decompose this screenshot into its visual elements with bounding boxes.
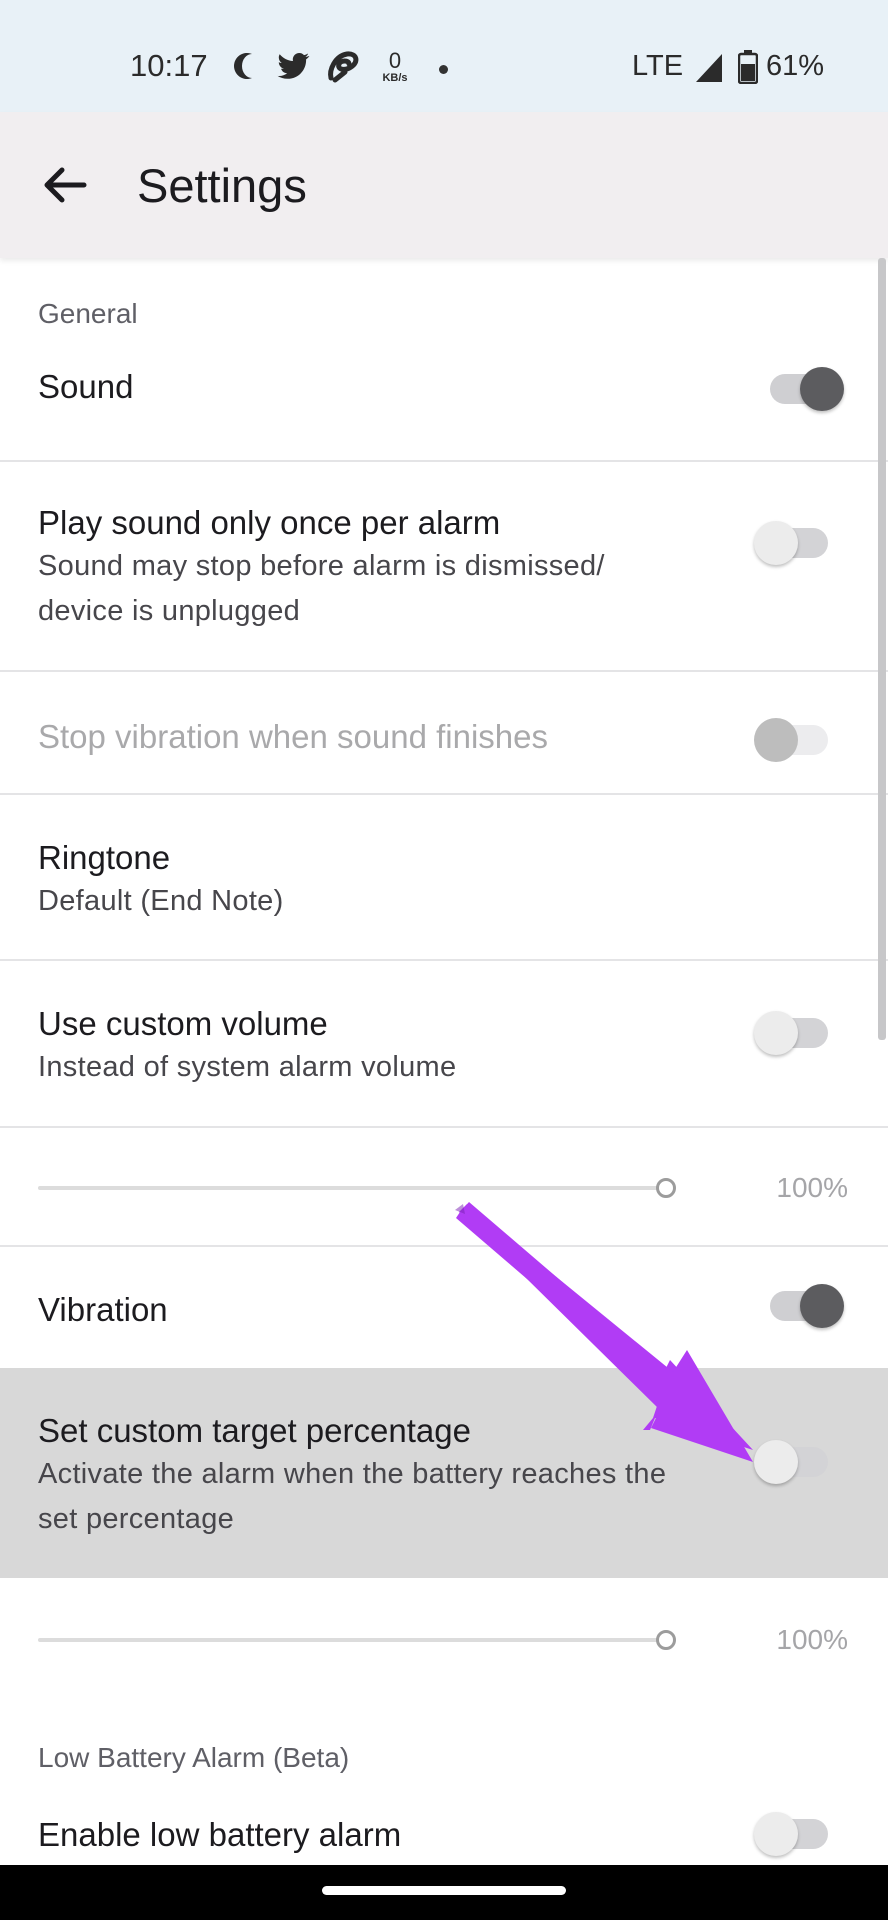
- section-header-general: General: [38, 298, 138, 329]
- page-title: Settings: [137, 159, 307, 212]
- setting-stop-vibration-title: Stop vibration when sound finishes: [38, 718, 548, 755]
- slider-track: [38, 1638, 658, 1642]
- slider-track: [38, 1186, 658, 1190]
- twitter-icon: [277, 53, 310, 79]
- setting-low-battery-alarm[interactable]: Enable low battery alarm: [0, 1788, 888, 1865]
- annotation-arrow-icon: [455, 1202, 753, 1462]
- slider-thumb[interactable]: [656, 1630, 676, 1650]
- setting-custom-volume-title: Use custom volume: [38, 1005, 328, 1042]
- home-gesture-handle[interactable]: [322, 1886, 566, 1895]
- custom-volume-toggle[interactable]: [754, 1003, 828, 1063]
- battery-percentage: 61%: [766, 50, 825, 82]
- slider-thumb[interactable]: [656, 1178, 676, 1198]
- toggle-thumb: [800, 1284, 844, 1328]
- setting-custom-volume[interactable]: Use custom volume Instead of system alar…: [0, 961, 888, 1125]
- setting-custom-volume-subtitle: Instead of system alarm volume: [38, 1051, 457, 1083]
- vibration-toggle[interactable]: [770, 1276, 844, 1336]
- volume-value: 100%: [776, 1172, 848, 1203]
- net-speed-unit: KB/s: [382, 72, 408, 84]
- toggle-thumb: [754, 1812, 798, 1856]
- setting-stop-vibration: Stop vibration when sound finishes: [0, 672, 888, 792]
- setting-play-once-title: Play sound only once per alarm: [38, 504, 501, 541]
- setting-ringtone-subtitle: Default (End Note): [38, 885, 284, 917]
- setting-sound[interactable]: Sound: [0, 348, 888, 458]
- status-bar: 10:17 0 KB/s LTE 61%: [0, 0, 888, 112]
- clock-time: 10:17: [130, 48, 208, 83]
- divider: [0, 1126, 888, 1128]
- setting-custom-target-title: Set custom target percentage: [38, 1412, 471, 1449]
- toggle-thumb: [754, 718, 798, 762]
- setting-low-battery-alarm-title: Enable low battery alarm: [38, 1816, 402, 1853]
- setting-ringtone[interactable]: Ringtone Default (End Note): [0, 795, 888, 959]
- toggle-thumb: [754, 1011, 798, 1055]
- navigation-bar: [0, 1865, 888, 1920]
- target-percentage-slider[interactable]: [38, 1620, 678, 1660]
- signal-icon: [696, 54, 722, 82]
- battery-icon: [738, 50, 758, 84]
- setting-play-once-subtitle: Sound may stop before alarm is dismissed…: [38, 550, 605, 627]
- scrollbar[interactable]: [878, 258, 886, 1040]
- stop-vibration-toggle: [754, 710, 828, 770]
- net-speed-value: 0: [388, 48, 402, 73]
- section-header-low-battery: Low Battery Alarm (Beta): [38, 1742, 350, 1773]
- back-arrow-icon[interactable]: [40, 162, 90, 208]
- toggle-thumb: [754, 521, 798, 565]
- settings-list: General Sound Play sound only once per a…: [0, 258, 888, 1865]
- notification-dot: [439, 65, 448, 74]
- setting-ringtone-title: Ringtone: [38, 839, 171, 876]
- net-speed-indicator: 0 KB/s: [380, 48, 410, 85]
- setting-vibration-title: Vibration: [38, 1291, 168, 1328]
- sound-toggle[interactable]: [770, 359, 844, 419]
- airtel-icon: [328, 51, 359, 83]
- setting-play-once[interactable]: Play sound only once per alarm Sound may…: [0, 462, 888, 628]
- network-type: LTE: [632, 50, 684, 82]
- setting-sound-title: Sound: [38, 368, 134, 405]
- low-battery-alarm-toggle[interactable]: [754, 1804, 828, 1864]
- play-once-toggle[interactable]: [754, 513, 828, 573]
- target-percentage-value: 100%: [776, 1624, 848, 1655]
- app-bar: Settings: [0, 112, 888, 258]
- moon-icon: [234, 53, 252, 79]
- toggle-thumb: [800, 367, 844, 411]
